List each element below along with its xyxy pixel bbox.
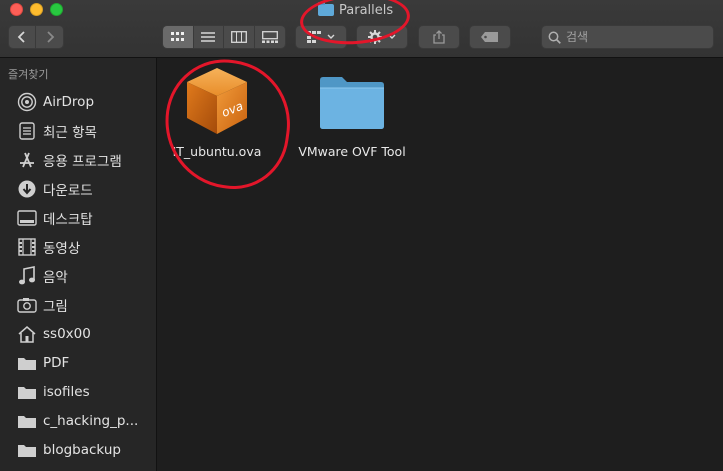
folder-icon xyxy=(17,382,37,402)
search-icon xyxy=(548,31,561,44)
group-icon xyxy=(307,31,321,43)
tag-icon xyxy=(481,32,498,42)
gallery-icon xyxy=(261,31,278,43)
column-view-button[interactable] xyxy=(224,26,255,48)
movies-icon xyxy=(17,237,37,257)
sidebar-item-movies[interactable]: 동영상 xyxy=(0,233,157,261)
navigation-buttons xyxy=(8,25,64,49)
search-field[interactable] xyxy=(541,25,714,49)
sidebar-item-label: isofiles xyxy=(43,384,90,400)
list-icon xyxy=(201,32,216,42)
sidebar-item-applications[interactable]: 응용 프로그램 xyxy=(0,146,157,174)
file-label: VMware OVF Tool xyxy=(298,144,406,159)
sidebar-item-desktop[interactable]: 데스크탑 xyxy=(0,204,157,232)
sidebar-item-label: c_hacking_p... xyxy=(43,413,139,429)
minimize-window-button[interactable] xyxy=(30,3,43,16)
group-by-dropdown[interactable] xyxy=(295,25,347,49)
downloads-icon xyxy=(17,179,37,199)
chevron-down-icon xyxy=(327,34,335,39)
columns-icon xyxy=(230,31,247,43)
icon-view-button[interactable] xyxy=(163,26,194,48)
folder-icon xyxy=(17,411,37,431)
home-icon xyxy=(17,324,37,344)
sidebar-item-label: ss0x00 xyxy=(43,326,91,342)
sidebar-item-label: 동영상 xyxy=(43,241,81,257)
sidebar-item-label: 응용 프로그램 xyxy=(43,154,122,170)
finder-window: Parallels 검색 즐겨찾기 AirDrop 최근 항목 응용 프로그램 … xyxy=(0,0,723,471)
share-button[interactable] xyxy=(418,25,460,49)
action-dropdown[interactable] xyxy=(356,25,408,49)
zoom-window-button[interactable] xyxy=(50,3,63,16)
file-label: IT_ubuntu.ova xyxy=(172,144,262,159)
forward-button[interactable] xyxy=(36,26,63,48)
sidebar-item-home[interactable]: ss0x00 xyxy=(0,320,157,348)
sidebar-item-label: 다운로드 xyxy=(43,183,93,199)
search-input[interactable] xyxy=(566,30,706,44)
sidebar-item-downloads[interactable]: 다운로드 xyxy=(0,175,157,203)
back-button[interactable] xyxy=(9,26,37,48)
folder-icon xyxy=(320,77,384,129)
gallery-view-button[interactable] xyxy=(254,26,285,48)
gear-icon xyxy=(368,30,382,44)
sidebar-item-pictures[interactable]: 그림 xyxy=(0,291,157,319)
sidebar-item-music[interactable]: 음악 xyxy=(0,262,157,290)
chevron-down-icon xyxy=(388,34,396,39)
tags-button[interactable] xyxy=(469,25,511,49)
file-browser: ova IT_ubuntu.ova VMware OVF Tool xyxy=(158,58,723,471)
sidebar-item-label: AirDrop xyxy=(43,94,95,110)
sidebar-item-label: PDF xyxy=(43,355,70,371)
sidebar: 즐겨찾기 AirDrop 최근 항목 응용 프로그램 다운로드 데스크탑 동영상… xyxy=(0,58,157,471)
file-item-ova[interactable]: ova IT_ubuntu.ova xyxy=(162,66,272,159)
folder-icon xyxy=(318,2,334,16)
folder-icon xyxy=(17,440,37,460)
chevron-left-icon xyxy=(17,31,25,43)
sidebar-item-label: 데스크탑 xyxy=(43,212,93,228)
sidebar-item-label: 그림 xyxy=(43,299,68,315)
sidebar-item-label: 음악 xyxy=(43,270,68,286)
recents-icon xyxy=(17,121,37,141)
window-title: Parallels xyxy=(318,2,393,18)
sidebar-item-label: 최근 항목 xyxy=(43,125,97,141)
desktop-icon xyxy=(17,208,37,228)
sidebar-item-c-hacking[interactable]: c_hacking_p... xyxy=(0,407,157,435)
sidebar-item-pdf[interactable]: PDF xyxy=(0,349,157,377)
folder-icon xyxy=(17,353,37,373)
view-mode-control xyxy=(162,25,286,49)
grid-icon xyxy=(170,32,184,41)
sidebar-item-airdrop[interactable]: AirDrop xyxy=(0,88,157,116)
sidebar-item-label: blogbackup xyxy=(43,442,121,458)
close-window-button[interactable] xyxy=(10,3,23,16)
sidebar-item-recents[interactable]: 최근 항목 xyxy=(0,117,157,145)
sidebar-item-isofiles[interactable]: isofiles xyxy=(0,378,157,406)
ova-package-icon: ova xyxy=(187,68,247,134)
pictures-icon xyxy=(17,295,37,315)
sidebar-item-blogbackup[interactable]: blogbackup xyxy=(0,436,157,464)
sidebar-heading: 즐겨찾기 xyxy=(8,68,49,81)
window-title-text: Parallels xyxy=(339,2,394,18)
list-view-button[interactable] xyxy=(193,26,224,48)
music-icon xyxy=(17,266,37,286)
share-icon xyxy=(433,30,445,44)
airdrop-icon xyxy=(17,92,37,112)
file-item-vmware-ovf-tool[interactable]: VMware OVF Tool xyxy=(292,76,412,159)
toolbar: Parallels xyxy=(0,0,723,58)
chevron-right-icon xyxy=(46,31,54,43)
applications-icon xyxy=(17,150,37,170)
